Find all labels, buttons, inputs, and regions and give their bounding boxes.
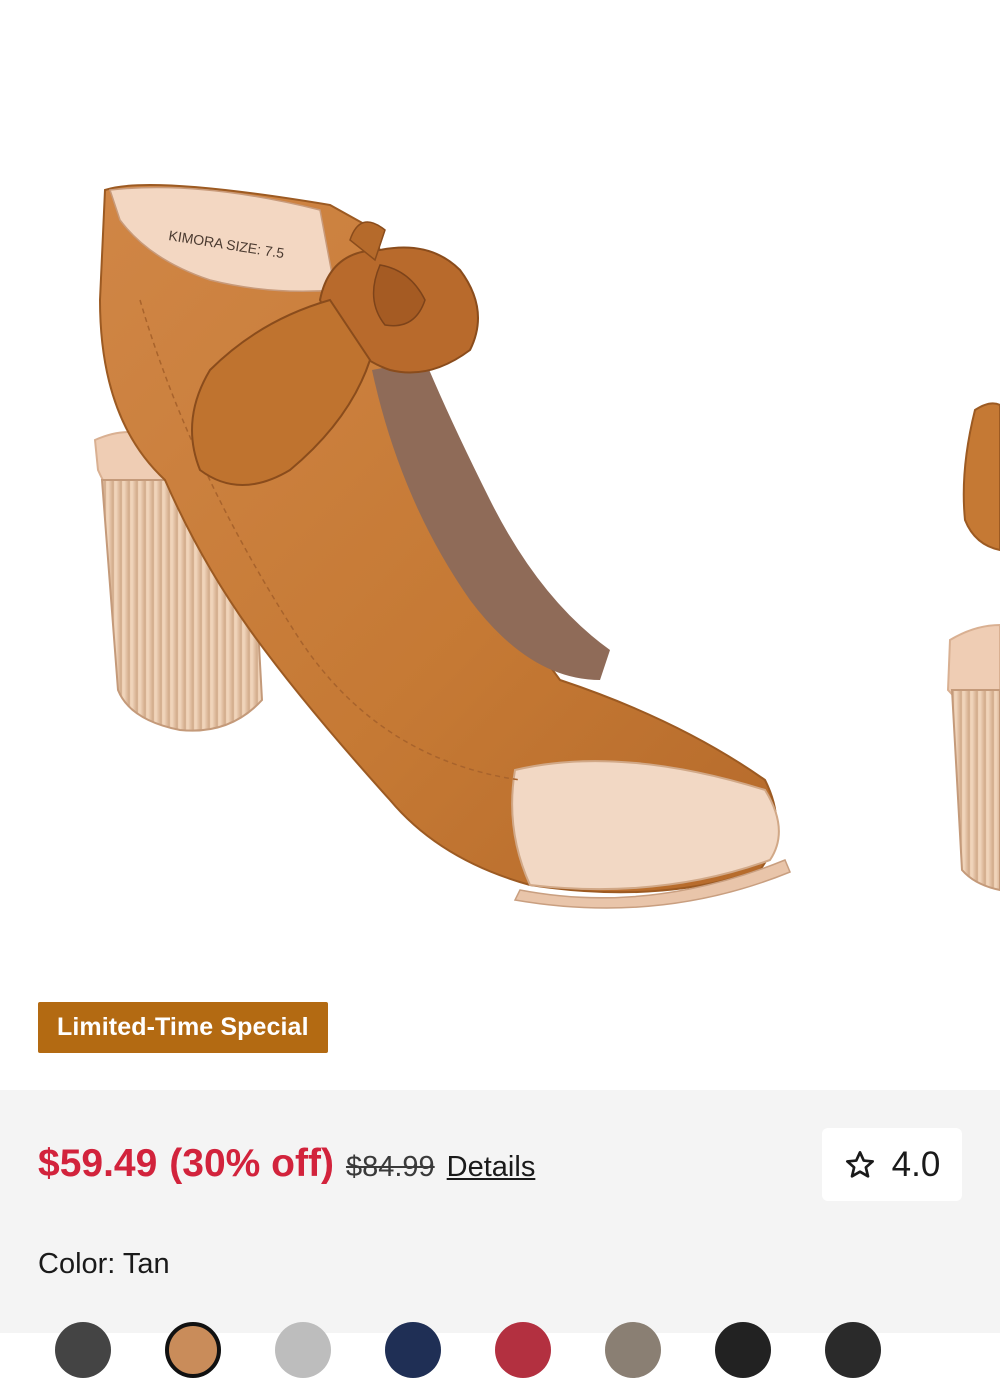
star-outline-icon bbox=[844, 1149, 876, 1181]
shoe-partial bbox=[946, 402, 1000, 892]
limited-time-badge: Limited-Time Special bbox=[38, 1002, 328, 1053]
price-row: $59.49 (30% off) $84.99 Details bbox=[38, 1142, 535, 1192]
color-value: Tan bbox=[122, 1248, 170, 1280]
original-price: $84.99 bbox=[345, 1151, 435, 1183]
product-image: KIMORA SIZE: 7.5 bbox=[93, 184, 1000, 909]
color-swatch-dark-gray[interactable] bbox=[55, 1322, 111, 1378]
rating-badge[interactable]: 4.0 bbox=[822, 1128, 962, 1201]
color-swatch-black-2[interactable] bbox=[825, 1322, 881, 1378]
color-swatch-light-gray[interactable] bbox=[275, 1322, 331, 1378]
product-info-panel: $59.49 (30% off) $84.99 Details 4.0 Colo… bbox=[0, 1090, 1000, 1378]
details-link[interactable]: Details bbox=[447, 1151, 536, 1184]
color-swatch-tan[interactable] bbox=[165, 1322, 221, 1378]
color-swatch-red[interactable] bbox=[495, 1322, 551, 1378]
color-swatches bbox=[0, 1322, 1000, 1378]
color-selection-label: Color: Tan bbox=[38, 1248, 170, 1281]
sale-price: $59.49 bbox=[38, 1142, 158, 1185]
color-label: Color: bbox=[38, 1248, 116, 1280]
product-image-gallery[interactable]: KIMORA SIZE: 7.5 Limited-Time Special bbox=[0, 0, 1000, 1090]
discount-percent: (30% off) bbox=[169, 1142, 334, 1185]
shoe-main: KIMORA SIZE: 7.5 bbox=[93, 184, 791, 909]
color-swatch-taupe[interactable] bbox=[605, 1322, 661, 1378]
color-swatch-navy[interactable] bbox=[385, 1322, 441, 1378]
rating-value: 4.0 bbox=[891, 1144, 941, 1184]
color-swatch-black[interactable] bbox=[715, 1322, 771, 1378]
